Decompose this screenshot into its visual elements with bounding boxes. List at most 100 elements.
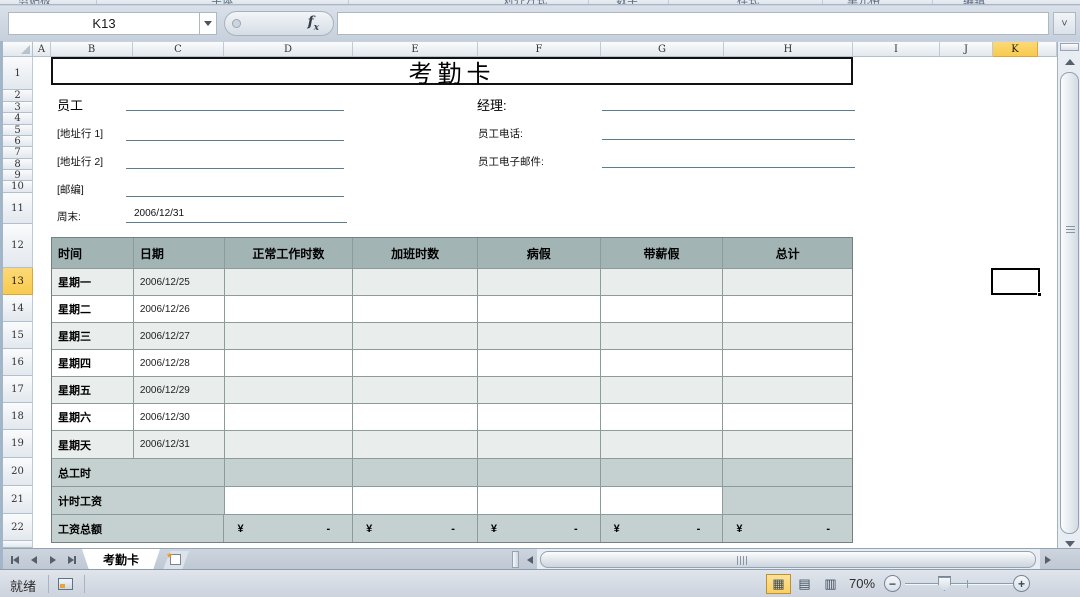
data-cell[interactable] [478, 350, 601, 377]
last-sheet-button[interactable] [64, 552, 80, 567]
table-header-cell[interactable]: 总计 [723, 238, 852, 269]
column-header[interactable] [1038, 42, 1057, 57]
macro-record-button[interactable] [58, 578, 73, 590]
day-cell[interactable]: 星期二 [52, 296, 134, 323]
footer-label-cell[interactable]: 工资总额 [52, 515, 224, 542]
currency-cell[interactable]: ¥- [601, 515, 724, 542]
timesheet-title-cell[interactable]: 考勤卡 [51, 57, 853, 85]
data-cell[interactable] [723, 404, 852, 431]
day-cell[interactable]: 星期天 [52, 431, 134, 459]
currency-cell[interactable]: ¥- [353, 515, 478, 542]
date-cell[interactable]: 2006/12/31 [134, 431, 225, 459]
day-cell[interactable]: 星期三 [52, 323, 134, 350]
data-cell[interactable] [478, 269, 601, 296]
next-sheet-button[interactable] [45, 552, 61, 567]
date-cell[interactable]: 2006/12/29 [134, 377, 225, 404]
fill-handle[interactable] [1037, 292, 1042, 297]
data-cell[interactable] [478, 323, 601, 350]
row-header[interactable]: 16 [3, 349, 33, 376]
row-header[interactable]: 9 [3, 170, 33, 181]
data-cell[interactable] [225, 404, 354, 431]
data-cell[interactable] [353, 377, 478, 404]
page-layout-view-button[interactable]: ▤ [792, 574, 817, 594]
data-cell[interactable] [601, 350, 724, 377]
data-cell[interactable] [225, 350, 354, 377]
data-cell[interactable] [478, 296, 601, 323]
footer-label-cell[interactable]: 计时工资 [52, 487, 225, 515]
horizontal-scrollbar[interactable] [537, 549, 1040, 570]
data-cell[interactable] [601, 323, 724, 350]
data-cell[interactable] [478, 377, 601, 404]
day-cell[interactable]: 星期四 [52, 350, 134, 377]
select-all-corner[interactable] [3, 42, 33, 57]
data-cell[interactable] [601, 431, 724, 459]
horizontal-scroll-thumb[interactable] [540, 551, 1036, 568]
row-header[interactable]: 22 [3, 514, 33, 541]
row-header[interactable]: 17 [3, 376, 33, 403]
data-cell[interactable] [601, 296, 724, 323]
row-header[interactable]: 3 [3, 102, 33, 113]
data-cell[interactable] [723, 431, 852, 459]
data-cell[interactable] [353, 350, 478, 377]
data-cell[interactable] [353, 323, 478, 350]
row-header[interactable]: 4 [3, 113, 33, 125]
date-cell[interactable]: 2006/12/30 [134, 404, 225, 431]
data-cell[interactable] [601, 269, 724, 296]
zoom-out-button[interactable]: − [884, 575, 901, 592]
data-cell[interactable] [225, 487, 354, 515]
data-cell[interactable] [723, 323, 852, 350]
data-cell[interactable] [478, 404, 601, 431]
data-cell[interactable] [723, 377, 852, 404]
row-header[interactable]: 10 [3, 181, 33, 193]
column-header[interactable]: C [133, 42, 224, 57]
data-cell[interactable] [353, 404, 478, 431]
scroll-up-button[interactable] [1060, 53, 1079, 70]
data-cell[interactable] [225, 459, 354, 487]
currency-cell[interactable]: ¥- [478, 515, 601, 542]
data-cell[interactable] [225, 269, 354, 296]
row-header[interactable]: 6 [3, 136, 33, 147]
data-cell[interactable] [353, 296, 478, 323]
date-cell[interactable]: 2006/12/27 [134, 323, 225, 350]
currency-cell[interactable]: ¥- [224, 515, 353, 542]
data-cell[interactable] [723, 487, 852, 515]
weekend-date-value[interactable]: 2006/12/31 [134, 208, 184, 219]
day-cell[interactable]: 星期六 [52, 404, 134, 431]
data-cell[interactable] [353, 487, 478, 515]
data-cell[interactable] [723, 459, 852, 487]
table-header-cell[interactable]: 日期 [134, 238, 225, 269]
data-cell[interactable] [601, 487, 724, 515]
data-cell[interactable] [225, 377, 354, 404]
date-cell[interactable]: 2006/12/26 [134, 296, 225, 323]
table-header-cell[interactable]: 时间 [52, 238, 134, 269]
column-header[interactable]: F [478, 42, 601, 57]
row-header-selected[interactable]: 13 [3, 268, 33, 295]
insert-function-button[interactable]: fx [224, 11, 334, 36]
data-cell[interactable] [601, 377, 724, 404]
row-header[interactable]: 14 [3, 295, 33, 322]
name-box[interactable]: K13 [8, 12, 200, 35]
data-cell[interactable] [353, 431, 478, 459]
row-header[interactable]: 1 [3, 57, 33, 90]
data-cell[interactable] [353, 459, 478, 487]
formula-input[interactable] [337, 12, 1049, 35]
table-header-cell[interactable]: 正常工作时数 [225, 238, 354, 269]
table-header-cell[interactable]: 病假 [478, 238, 601, 269]
row-header[interactable]: 18 [3, 403, 33, 430]
tab-scrollbar-splitter[interactable] [512, 551, 519, 568]
data-cell[interactable] [478, 431, 601, 459]
data-cell[interactable] [723, 269, 852, 296]
row-header[interactable]: 19 [3, 430, 33, 458]
hscroll-right-button[interactable] [1040, 552, 1056, 567]
data-cell[interactable] [723, 350, 852, 377]
split-handle[interactable] [1060, 43, 1079, 51]
row-header[interactable]: 11 [3, 193, 33, 224]
data-cell[interactable] [601, 404, 724, 431]
column-header[interactable]: G [601, 42, 724, 57]
column-header[interactable]: B [51, 42, 133, 57]
column-header[interactable]: J [940, 42, 993, 57]
day-cell[interactable]: 星期五 [52, 377, 134, 404]
row-header[interactable]: 5 [3, 125, 33, 136]
name-box-dropdown[interactable] [200, 12, 217, 35]
data-cell[interactable] [601, 459, 724, 487]
